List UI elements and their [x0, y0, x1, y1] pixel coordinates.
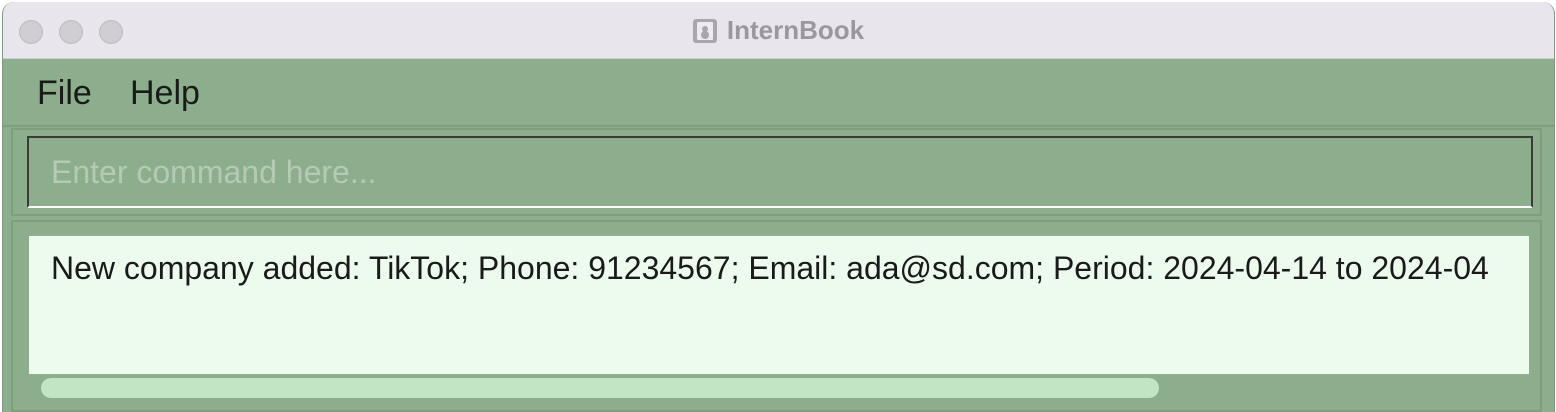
- result-message: New company added: TikTok; Phone: 912345…: [51, 250, 1489, 286]
- command-box-panel: [11, 128, 1542, 216]
- window-title: InternBook: [726, 15, 865, 45]
- result-display-panel: New company added: TikTok; Phone: 912345…: [11, 220, 1542, 412]
- window-title-area: InternBook: [3, 15, 1554, 45]
- horizontal-scrollbar-thumb[interactable]: [41, 378, 1159, 398]
- command-input[interactable]: [27, 136, 1533, 208]
- menu-bar: File Help: [3, 59, 1554, 127]
- result-display: New company added: TikTok; Phone: 912345…: [29, 236, 1529, 374]
- app-window: InternBook File Help New company added: …: [2, 2, 1555, 412]
- title-bar: InternBook: [3, 2, 1554, 59]
- menu-help[interactable]: Help: [130, 73, 200, 113]
- menu-file[interactable]: File: [37, 73, 92, 113]
- contact-book-icon: [692, 19, 717, 43]
